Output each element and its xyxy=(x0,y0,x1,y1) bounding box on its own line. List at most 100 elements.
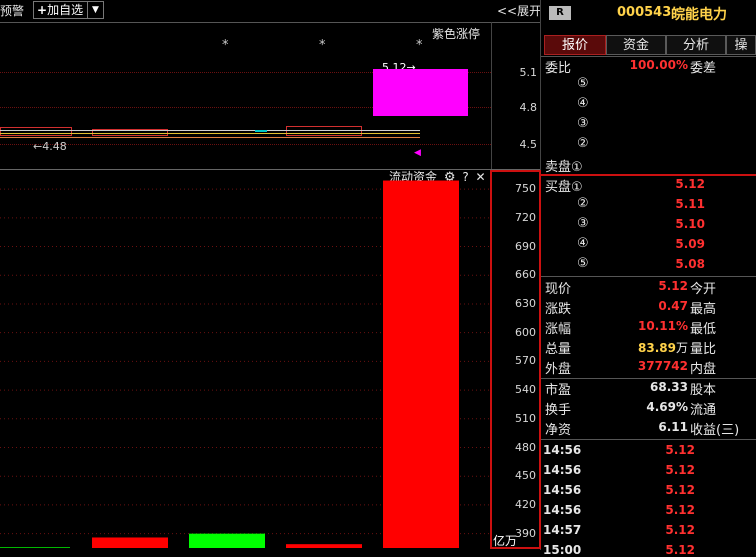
fund-tick: 750 xyxy=(515,182,536,196)
fund-tick: 660 xyxy=(515,268,536,282)
ma-line-white xyxy=(0,130,420,131)
stat-number: 0.47 xyxy=(658,299,688,313)
stat-number: 10.11% xyxy=(638,319,688,333)
star-marker: * xyxy=(222,38,229,53)
fund-bar[interactable] xyxy=(0,547,70,548)
candle[interactable] xyxy=(0,127,72,136)
add-watchlist-button[interactable]: +加自选 ▼ xyxy=(33,1,104,19)
tick-price: 5.12 xyxy=(665,483,695,497)
stat-label: 总量 xyxy=(545,342,572,357)
buy-level-price[interactable]: 5.12 xyxy=(640,177,705,191)
sell-level-label: ② xyxy=(577,136,589,151)
buy-level-price[interactable]: 5.08 xyxy=(640,257,705,271)
stock-name: 皖能电力 xyxy=(671,7,727,23)
triangle-marker-icon: ◀ xyxy=(414,148,421,158)
fund-tick: 720 xyxy=(515,210,536,224)
stat-right-label: 最低 xyxy=(690,322,717,337)
panel-divider xyxy=(541,439,756,440)
price-tick: 4.5 xyxy=(519,138,538,151)
tab-quote[interactable]: 报价 xyxy=(544,35,606,55)
price-chart[interactable]: 紫色涨停 * * * 5.12→ ←4.48 ◀ 5.1 4.8 4.5 xyxy=(0,23,537,169)
limit-up-candle[interactable] xyxy=(373,69,468,116)
buy-level-price[interactable]: 5.09 xyxy=(640,237,705,251)
tick-time: 14:56 xyxy=(543,483,582,497)
buy-level-price[interactable]: 5.11 xyxy=(640,197,705,211)
fund-tick: 540 xyxy=(515,383,536,397)
panel-divider xyxy=(541,378,756,379)
stat-label: 涨跌 xyxy=(545,302,572,317)
tick-price: 5.12 xyxy=(665,463,695,477)
ma-line-orange xyxy=(0,137,420,138)
stat-value: 83.89万 xyxy=(600,339,688,356)
tab-operate[interactable]: 操 xyxy=(726,35,756,55)
stat-right-label: 股本 xyxy=(690,383,717,398)
fund-bar[interactable] xyxy=(286,544,362,548)
stat-number: 83.89 xyxy=(638,341,676,355)
tick-time: 15:00 xyxy=(543,543,582,557)
tick-time: 14:56 xyxy=(543,503,582,517)
stat-value: 6.11 xyxy=(658,420,688,434)
stat-right-label: 流通 xyxy=(690,403,717,418)
stat-label: 换手 xyxy=(545,403,572,418)
fund-bar[interactable] xyxy=(92,537,168,548)
chevron-down-icon[interactable]: ▼ xyxy=(87,2,103,18)
ma-line-cyan xyxy=(255,130,267,132)
tick-time: 14:57 xyxy=(543,523,582,537)
indicator-label: 紫色涨停 xyxy=(432,27,481,41)
alert-button[interactable]: 预警 xyxy=(0,2,24,20)
tick-price: 5.12 xyxy=(665,523,695,537)
tick-time: 14:56 xyxy=(543,463,582,477)
buy-level-label: ④ xyxy=(577,236,589,251)
fund-tick: 600 xyxy=(515,325,536,339)
stat-value: 10.11% xyxy=(600,319,688,333)
price-axis-divider xyxy=(491,22,492,170)
price-tick: 4.8 xyxy=(519,101,538,114)
stat-right-label: 今开 xyxy=(690,282,717,297)
price-tick: 5.1 xyxy=(519,66,538,79)
fund-unit-label: 亿万 xyxy=(493,534,518,548)
buy-level-label: ③ xyxy=(577,216,589,231)
weicha-label: 委差 xyxy=(690,61,717,76)
sell-level-label: ④ xyxy=(577,96,589,111)
stat-unit: 万 xyxy=(675,341,688,355)
fund-bar[interactable] xyxy=(383,180,459,548)
stat-right-label: 收益(三) xyxy=(690,423,740,438)
expand-button[interactable]: <<展开 xyxy=(497,2,541,19)
star-marker: * xyxy=(319,38,326,53)
stock-badge: R xyxy=(549,6,571,20)
weibi-value: 100.00% xyxy=(629,58,688,72)
price-grid-line xyxy=(0,144,491,145)
buy-level-price[interactable]: 5.10 xyxy=(640,217,705,231)
tick-price: 5.12 xyxy=(665,503,695,517)
sell-level-label: ⑤ xyxy=(577,76,589,91)
star-marker: * xyxy=(416,38,423,53)
tick-price: 5.12 xyxy=(665,543,695,557)
fund-tick: 630 xyxy=(515,296,536,310)
candle[interactable] xyxy=(286,126,362,136)
tick-price: 5.12 xyxy=(665,443,695,457)
stat-value: 377742 xyxy=(600,359,688,373)
stock-header: R 000543 皖能电力 xyxy=(541,0,756,30)
stat-value: 5.12 xyxy=(600,279,688,293)
stat-label: 现价 xyxy=(545,282,572,297)
stat-label: 市盈 xyxy=(545,383,572,398)
tab-funds[interactable]: 资金 xyxy=(606,35,666,55)
stat-value: 68.33 xyxy=(650,380,688,394)
tick-time: 14:56 xyxy=(543,443,582,457)
buy-level-label: ② xyxy=(577,196,589,211)
stat-label: 涨幅 xyxy=(545,322,572,337)
stat-label: 外盘 xyxy=(545,362,572,377)
fund-bar[interactable] xyxy=(189,533,265,548)
stat-value: 4.69% xyxy=(646,400,688,414)
stat-label: 净资 xyxy=(545,423,572,438)
ma-line-yellow xyxy=(0,133,420,134)
sell-level-label: ③ xyxy=(577,116,589,131)
fund-tick: 420 xyxy=(515,497,536,511)
stat-right-label: 量比 xyxy=(690,342,717,357)
stat-number: 5.12 xyxy=(658,279,688,293)
tab-analysis[interactable]: 分析 xyxy=(666,35,726,55)
fund-chart-svg[interactable] xyxy=(0,170,490,548)
fund-tick: 510 xyxy=(515,411,536,425)
panel-divider xyxy=(541,56,756,57)
stock-code: 000543 xyxy=(617,5,672,20)
